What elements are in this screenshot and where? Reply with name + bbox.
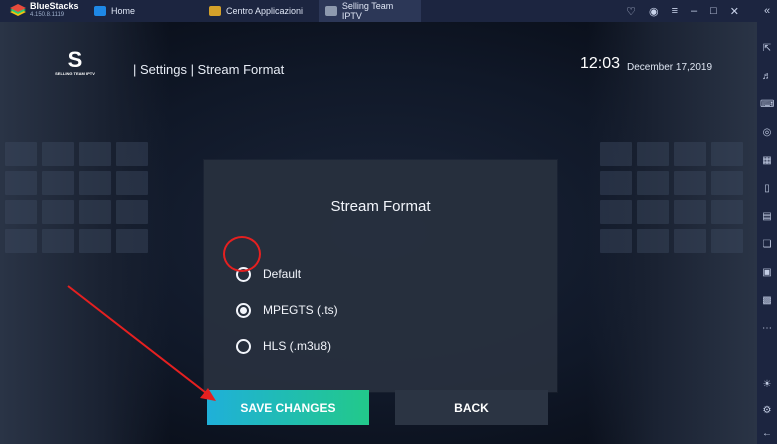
light-icon[interactable]: ☀ xyxy=(760,378,774,392)
emulator-titlebar: BlueStacks 4.150.8.1119 Home Centro Appl… xyxy=(0,0,777,22)
back-arrow-icon[interactable]: ← xyxy=(760,427,774,441)
background-thumbnails-left xyxy=(5,142,148,253)
radio-hls[interactable] xyxy=(236,338,251,354)
fullscreen-icon[interactable]: ⇱ xyxy=(760,42,774,56)
tab-label: Centro Applicazioni xyxy=(226,6,304,16)
emulator-brand: BlueStacks 4.150.8.1119 xyxy=(30,2,79,20)
gamepad-icon[interactable]: ▤ xyxy=(760,210,774,224)
location-icon[interactable]: ◎ xyxy=(760,126,774,140)
option-label: Default xyxy=(263,267,302,281)
window-controls: ♡ ◉ ≡ – □ ✕ xyxy=(626,0,739,22)
background-thumbnails-right xyxy=(600,142,743,253)
close-icon[interactable]: ✕ xyxy=(730,5,739,18)
brand-name: BlueStacks xyxy=(30,1,79,11)
more-icon[interactable]: ⋯ xyxy=(760,322,774,336)
radio-mpegts[interactable] xyxy=(236,302,251,318)
tab-label: Home xyxy=(111,6,136,16)
keyboard-icon[interactable]: ⌨ xyxy=(760,98,774,112)
option-mpegts[interactable]: MPEGTS (.ts) xyxy=(236,300,338,320)
save-changes-button[interactable]: SAVE CHANGES xyxy=(207,390,369,425)
clock-date: December 17,2019 xyxy=(627,62,713,73)
home-icon xyxy=(94,6,106,16)
logo-s-icon: S xyxy=(67,47,83,72)
phone-icon[interactable]: ▯ xyxy=(760,182,774,196)
bell-icon[interactable]: ♡ xyxy=(626,5,636,18)
collapse-sidebar-icon[interactable]: « xyxy=(757,0,777,22)
dialog-title: Stream Format xyxy=(330,198,431,215)
back-button[interactable]: BACK xyxy=(395,390,548,425)
minimize-icon[interactable]: – xyxy=(691,5,697,17)
annotation-circle xyxy=(223,236,261,272)
iptv-app-icon xyxy=(325,6,337,16)
account-icon[interactable]: ◉ xyxy=(649,5,659,18)
tab-centro-applicazioni[interactable]: Centro Applicazioni xyxy=(203,0,317,22)
stream-format-dialog: Stream Format Default MPEGTS (.ts) HLS (… xyxy=(204,160,557,392)
clock-time: 12:03 xyxy=(580,55,621,72)
copy-icon[interactable]: ❏ xyxy=(760,238,774,252)
screenshot-icon[interactable]: ▣ xyxy=(760,266,774,280)
emulator-sidebar: ⇱ ♬ ⌨ ◎ ▦ ▯ ▤ ❏ ▣ ▩ ⋯ ☀ ⚙ ← xyxy=(757,22,777,444)
option-label: HLS (.m3u8) xyxy=(263,339,332,353)
app-logo: S SELLING TEAM IPTV xyxy=(55,49,95,87)
tab-selling-team-iptv[interactable]: Selling Team IPTV xyxy=(319,0,421,22)
tab-label: Selling Team IPTV xyxy=(341,1,394,21)
bluestacks-logo-icon xyxy=(10,4,26,16)
option-label: MPEGTS (.ts) xyxy=(263,303,338,317)
app-screen: S SELLING TEAM IPTV | Settings | Stream … xyxy=(0,22,757,444)
app-center-icon xyxy=(209,6,221,16)
tab-home[interactable]: Home xyxy=(88,0,156,22)
apk-icon[interactable]: ▦ xyxy=(760,154,774,168)
menu-icon[interactable]: ≡ xyxy=(672,5,678,17)
maximize-icon[interactable]: □ xyxy=(710,5,717,17)
brand-version: 4.150.8.1119 xyxy=(30,12,65,18)
logo-text: SELLING TEAM IPTV xyxy=(55,71,95,76)
breadcrumb: | Settings | Stream Format xyxy=(133,62,285,77)
record-icon[interactable]: ▩ xyxy=(760,294,774,308)
volume-icon[interactable]: ♬ xyxy=(760,70,774,84)
option-hls[interactable]: HLS (.m3u8) xyxy=(236,336,331,356)
settings-icon[interactable]: ⚙ xyxy=(760,404,774,418)
